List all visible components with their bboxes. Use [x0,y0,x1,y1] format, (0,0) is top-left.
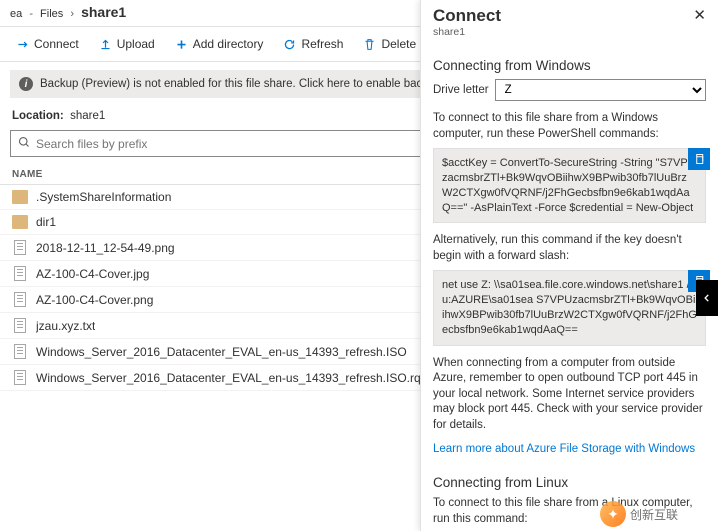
panel-title: Connect [433,6,501,26]
upload-button[interactable]: Upload [91,33,163,55]
refresh-button[interactable]: Refresh [275,33,351,55]
connect-panel: Connect share1 ✕ Connecting from Windows… [420,0,718,531]
win-desc-3: When connecting from a computer from out… [433,356,706,434]
win-desc-2: Alternatively, run this command if the k… [433,233,706,264]
file-name: 2018-12-11_12-54-49.png [36,241,175,255]
file-name: Windows_Server_2016_Datacenter_EVAL_en-u… [36,345,407,359]
breadcrumb-item[interactable]: ea [10,8,22,20]
file-icon [14,344,26,359]
section-windows: Connecting from Windows [433,58,706,73]
file-name: .SystemShareInformation [36,190,171,204]
section-linux: Connecting from Linux [433,475,706,490]
chevron-right-icon: › [70,8,74,20]
file-name: AZ-100-C4-Cover.jpg [36,267,149,281]
trash-icon [363,38,376,51]
file-icon [14,370,26,385]
file-name: Windows_Server_2016_Datacenter_EVAL_en-u… [36,371,465,385]
code-netuse[interactable]: net use Z: \\sa01sea.file.core.windows.n… [433,270,706,345]
file-icon [14,292,26,307]
drive-letter-label: Drive letter [433,84,489,96]
drive-letter-select[interactable]: Z [495,79,706,101]
add-directory-button[interactable]: Add directory [167,33,272,55]
breadcrumb-current: share1 [81,4,126,20]
plus-icon [175,38,188,51]
breadcrumb-item[interactable]: Files [40,8,63,20]
file-name: AZ-100-C4-Cover.png [36,293,153,307]
upload-icon [99,38,112,51]
file-name: dir1 [36,215,56,229]
connect-icon [16,38,29,51]
refresh-icon [283,38,296,51]
file-icon [14,266,26,281]
learn-more-link[interactable]: Learn more about Azure File Storage with… [433,443,695,455]
win-desc-1: To connect to this file share from a Win… [433,111,706,142]
folder-icon [12,190,28,204]
connect-button[interactable]: Connect [8,33,87,55]
side-handle[interactable] [696,280,718,316]
file-icon [14,240,26,255]
file-icon [14,318,26,333]
info-icon: i [19,77,33,91]
search-icon [18,136,30,151]
watermark: ✦ 创新互联 [600,501,678,527]
folder-icon [12,215,28,229]
panel-subtitle: share1 [433,26,501,38]
drive-letter-row: Drive letter Z [433,79,706,101]
code-powershell[interactable]: $acctKey = ConvertTo-SecureString -Strin… [433,148,706,223]
breadcrumb-sep: - [29,8,33,20]
copy-button[interactable] [688,148,710,170]
file-name: jzau.xyz.txt [36,319,95,333]
close-icon[interactable]: ✕ [693,6,706,24]
watermark-icon: ✦ [600,501,626,527]
